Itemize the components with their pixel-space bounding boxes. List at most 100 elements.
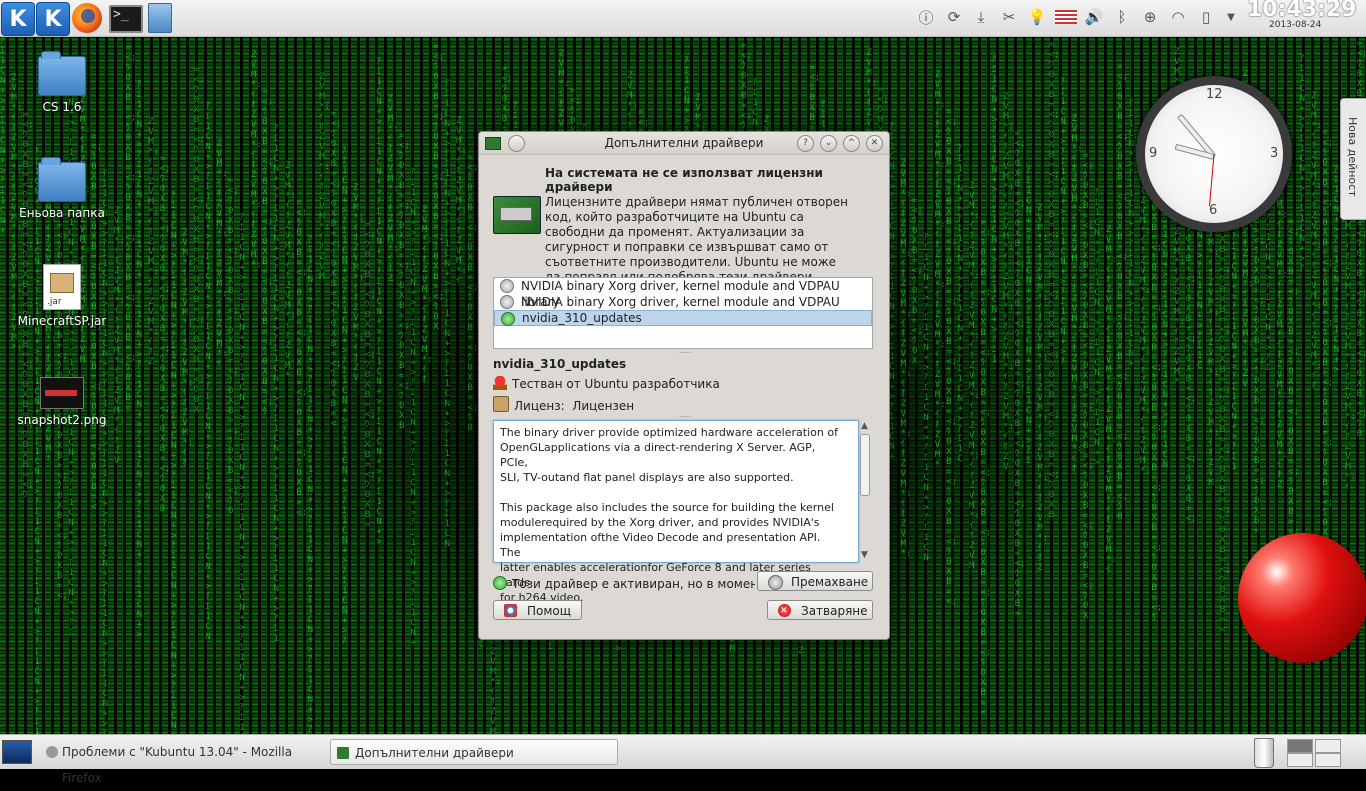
radio-on-icon — [501, 312, 515, 326]
file-manager-icon[interactable] — [148, 3, 172, 33]
matrix-column: ZVM*:ｲｵZVM*:ｲｵZVM*:ｲｵZVM*:ｲｵZVM*:ｲｵZVM*:… — [934, 70, 946, 470]
driver-name: nvidia_310_updates — [522, 311, 642, 325]
matrix-column: ｱｴ1CN+>ｱｴ1CN+>ｱｴ1CN+>ｱｴ1CN+>ｱｴ1CN+>ｱｴ1CN… — [273, 124, 280, 644]
driver-list-item[interactable]: NVIDIA binary Xorg driver, kernel module… — [494, 278, 872, 309]
splitter-handle[interactable]: ..... — [679, 410, 692, 419]
info-icon[interactable]: ⓘ — [916, 7, 936, 27]
matrix-column: =<;ｳ0XB=<;ｳ0XB=<;ｳ0XB=<;ｳ0XB=<;ｳ0XB=<;ｳ0… — [1083, 151, 1094, 621]
trash-icon[interactable] — [1254, 738, 1274, 768]
kde-icon[interactable]: K — [36, 2, 70, 36]
desktop-icon-snapshot[interactable]: snapshot2.png — [7, 377, 117, 427]
desktop-icon-label: snapshot2.png — [17, 413, 107, 427]
wifi-icon[interactable]: ◠ — [1168, 7, 1188, 27]
selected-driver-name: nvidia_310_updates — [493, 357, 627, 371]
driver-list-item-selected[interactable]: nvidia_310_updates — [494, 310, 872, 326]
matrix-column: ｱｴ1CN+>ｱｴ1CN+>ｱｴ1CN+>ｱｴ1 — [1231, 232, 1237, 472]
matrix-column: =<;ｳ0XB=<;ｳ0XB=<;ｳ0XB=<;ｳ0XB=<;ｳ0XB=<;ｳ0… — [1219, 195, 1231, 635]
matrix-column: ｱｴ1CN+>ｱｴ1CN+>ｱｴ1CN+>ｱｴ1CN+>ｱｴ1CN+>ｱｴ1CN… — [34, 147, 40, 734]
driver-list[interactable]: NVIDIA binary Xorg driver, kernel module… — [493, 277, 873, 349]
matrix-column: ｱｴ1CN+>ｱｴ1CN+>ｱｴ1CN+>ｱｴ1CN+>ｱｴ1CN+>ｱｴ1CN… — [205, 102, 211, 642]
desktop-pager-3[interactable] — [1287, 753, 1313, 767]
splitter-handle[interactable]: ..... — [679, 346, 692, 355]
matrix-column: ZVM*:ｲｵZVM*:ｲｵZVM*:ｲｵZVM*:ｲｵZ — [148, 117, 160, 367]
desktop-pager-2[interactable] — [1315, 739, 1341, 753]
driver-list-item[interactable]: NVIDIA binary Xorg driver, kernel module… — [494, 294, 872, 325]
matrix-column: ZVM*:ｲｵZVM*:ｲｵZVM*:ｲｵZVM*:ｲ — [216, 139, 228, 369]
clock-time[interactable]: 10:43:29 — [1247, 0, 1356, 22]
matrix-column: ｱｴ1CN+>ｱｴ1CN+>ｱｴ1CN+>ｱｴ1CN+> — [1094, 188, 1100, 468]
matrix-column: ZVM*:ｲｵZVM*:ｲｵZVM*:ｲｵZV — [353, 183, 365, 383]
us-flag-icon[interactable] — [1055, 10, 1077, 24]
folder-icon — [38, 157, 86, 202]
show-desktop-icon[interactable] — [2, 740, 32, 764]
matrix-column: ｱｴ1CN+>ｱｴ1CN+>ｱｴ1CN+>ｱｴ1CN+>ｱｴ1CN+>ｱｴ1CN… — [410, 168, 416, 648]
matrix-column: =<;ｳ0XB=<;ｳ0XB=<;ｳ0XB=<;ｳ0XB=<;ｳ0XB=<;ｳ0… — [1151, 173, 1163, 623]
matrix-column: ZVM*:ｲｵZVM*:ｲｵZVM*:ｲｵZVM*:ｲｵZVM*:ｲ — [1345, 202, 1357, 492]
scissors-icon[interactable]: ✂ — [999, 7, 1019, 27]
bluetooth-icon[interactable]: ᛒ — [1112, 7, 1132, 27]
clock-number-9: 9 — [1149, 146, 1158, 161]
close-button[interactable]: Затваряне — [767, 600, 873, 621]
dialog-description: Лицензните драйвери нямат публичен отвор… — [545, 195, 848, 284]
matrix-column: ZVM*:ｲｵZVM*:ｲｵZVM*:ｲｵZVM*:ｲｵZVM*:ｲｵZVM*:… — [1003, 92, 1015, 472]
desktop-icon-folder[interactable]: Еньова папка — [7, 157, 117, 220]
volume-icon[interactable]: 🔊 — [1084, 7, 1104, 27]
close-window-button[interactable]: ✕ — [866, 135, 883, 152]
jar-badge: .jar — [47, 297, 62, 307]
dialog-titlebar[interactable]: Допълнителни драйвери ? ⌄ ^ ✕ — [479, 132, 889, 155]
firefox-icon[interactable] — [72, 3, 102, 33]
top-panel: K K >_ ⓘ ⟳ ⤓ ✂ 💡 🔊 ᛒ ⊕ ◠ ▯ ▼ 10:43:29 20… — [0, 0, 1366, 37]
terminal-icon[interactable]: >_ — [109, 5, 143, 33]
desktop-pager-4[interactable] — [1315, 753, 1341, 767]
taskbar: Проблеми с "Kubuntu 13.04" - Mozilla Fir… — [0, 734, 1366, 785]
help-title-button[interactable]: ? — [797, 135, 814, 152]
side-tab-label: Нова дейност — [1346, 117, 1359, 197]
scroll-down-icon[interactable]: ▼ — [861, 550, 868, 560]
matrix-column: ZVM*:ｲｵZVM*:ｲｵZVM*:ｲｵZVM*:ｲｵZVM*:ｲｵZVM*:… — [900, 159, 912, 559]
matrix-column: ｱｴ1CN+>ｱｴ1CN+>ｱｴ1CN+>ｱｴ1CN+>ｱｴ1 — [991, 55, 998, 365]
matrix-column: =<;ｳ0XB=<;ｳ0XB=<;ｳ0XB=<;ｳ0XB=<;ｳ0XB=<;ｳ0… — [980, 218, 992, 718]
maximize-button[interactable]: ^ — [843, 135, 860, 152]
matrix-column: =<;ｳ0XB=<;ｳ0XB=<;ｳ0XB=<;ｳ0XB=<;ｳ0XB=<;ｳ0… — [193, 65, 205, 415]
help-icon — [504, 604, 517, 617]
clock-date: 2013-08-24 — [1269, 20, 1322, 30]
network-icon[interactable]: ⊕ — [1140, 7, 1160, 27]
matrix-column: =<;ｳ0XB=<;ｳ0XB=<;ｳ0XB=<;ｳ0XB=<;ｳ0XB= — [364, 220, 376, 530]
help-button[interactable]: Помощ — [493, 600, 582, 620]
driver-details-textbox[interactable]: The binary driver provide optimized hard… — [493, 420, 859, 604]
desktop-icon-label: CS 1.6 — [42, 100, 82, 114]
desktop-pager-1[interactable] — [1287, 739, 1313, 753]
scroll-up-icon[interactable]: ▲ — [861, 421, 868, 431]
scrollbar-thumb[interactable] — [860, 434, 870, 496]
bulb-icon[interactable]: 💡 — [1027, 7, 1047, 27]
tested-row: Тестван от Ubuntu разработчика — [493, 376, 720, 391]
desktop-icon-label: Еньова папка — [19, 206, 105, 220]
battery-icon[interactable]: ▯ — [1196, 7, 1216, 27]
update-icon[interactable]: ⟳ — [944, 7, 964, 27]
license-value: Лицензен — [572, 399, 635, 413]
desktop-icon-minecraft[interactable]: .jar MinecraftSP.jar — [7, 264, 117, 328]
matrix-column: =<;ｳ0XB=<;ｳ0XB=<;ｳ0XB=<;ｳ0XB=<;ｳ0XB — [399, 131, 410, 431]
matrix-column: ｱｴ1CN+>ｱｴ1CN+>ｱｴ1CN+>ｱｴ1CN+>ｱｴ — [1026, 166, 1032, 466]
clock-second-hand — [1208, 154, 1215, 207]
graphics-card-icon — [493, 196, 541, 234]
analog-clock-widget[interactable]: 12 3 6 9 — [1136, 76, 1292, 232]
remove-button[interactable]: Премахване — [757, 571, 873, 591]
task-firefox[interactable]: Проблеми с "Kubuntu 13.04" - Mozilla Fir… — [40, 739, 320, 785]
status-active-icon — [493, 576, 507, 590]
matrix-column: =<;ｳ0XB=<;ｳ0XB=<;ｳ0XB=<;ｳ0XB=<;ｳ0XB=< — [330, 109, 342, 429]
chevron-down-icon[interactable]: ▼ — [1221, 7, 1241, 27]
task-additional-drivers[interactable]: Допълнителни драйвери — [330, 739, 618, 765]
matrix-column: ｱｴ1CN+>ｱｴ1CN+>ｱｴ1CN+>ｱｴ1CN+ — [1128, 99, 1135, 369]
matrix-column: ｱｴ1CN+>ｱｴ1CN+>ｱｴ1CN+>ｱｴ1CN+>ｱｴ1CN+>ｱｴ1CN… — [239, 213, 245, 734]
minimize-button[interactable]: ⌄ — [820, 135, 837, 152]
activity-side-tab[interactable]: Нова дейност — [1340, 98, 1366, 220]
download-icon[interactable]: ⤓ — [971, 7, 991, 27]
desktop-icon-cs16[interactable]: CS 1.6 — [7, 51, 117, 114]
matrix-column: ZVM*:ｲｵZVM*:ｲｵZVM*:ｲｵ — [421, 205, 433, 385]
matrix-column: =<;ｳ0XB=<;ｳ0XB=<;ｳ0XB=<;ｳ0XB=<;ｳ0XB=<;ｳ0… — [946, 107, 958, 607]
remove-button-label: Премахване — [791, 575, 869, 589]
matrix-column: =<;ｳ0XB=<;ｳ0XB=<;ｳ0XB=<;ｳ0XB=<;ｳ0 — [467, 153, 479, 433]
kde-menu-icon[interactable]: K — [1, 2, 35, 36]
close-icon — [778, 601, 791, 621]
